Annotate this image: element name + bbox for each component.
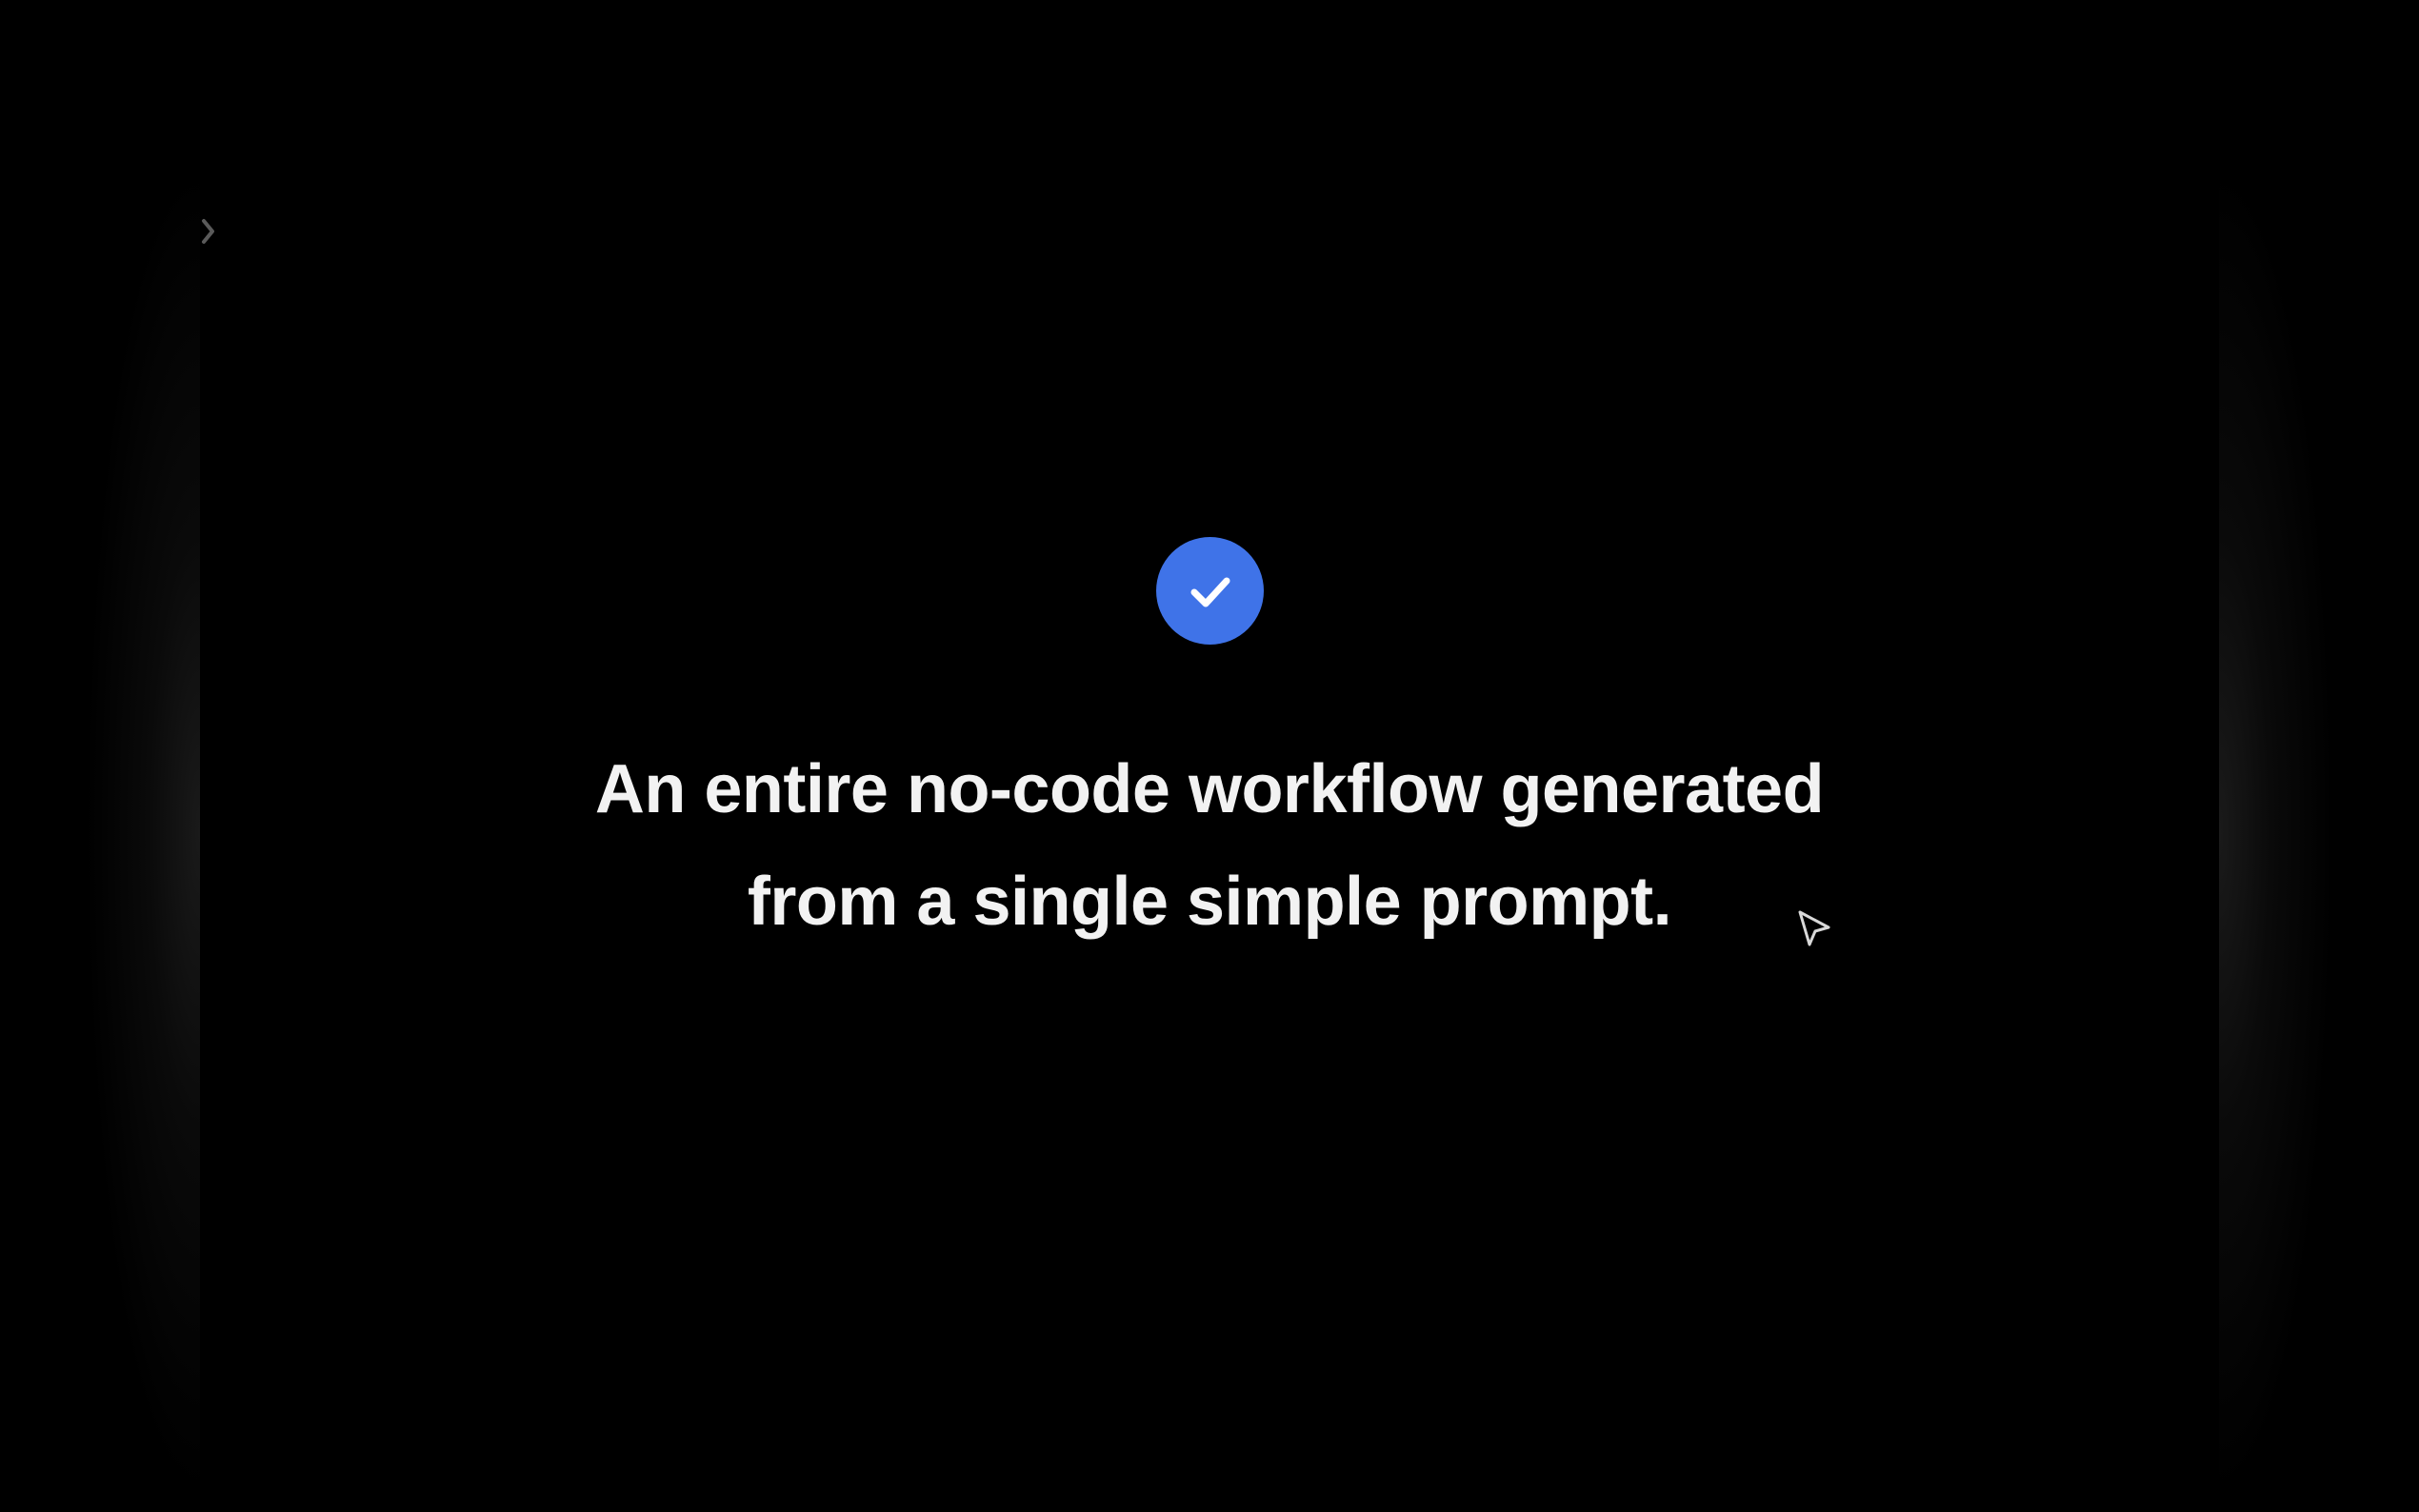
chevron-right-icon [202,219,214,244]
check-icon [1190,577,1229,607]
headline: An entire no-code workflow generated fro… [448,733,1971,958]
screen: An entire no-code workflow generated fro… [0,0,2419,1512]
success-badge [1156,537,1264,645]
headline-line-2: from a single simple prompt. [747,864,1672,940]
sidebar-toggle-button[interactable] [198,215,219,248]
right-vignette [2219,0,2419,1512]
pointer-cursor-icon [1796,908,1834,950]
headline-line-1: An entire no-code workflow generated [594,751,1825,827]
left-vignette [0,0,200,1512]
